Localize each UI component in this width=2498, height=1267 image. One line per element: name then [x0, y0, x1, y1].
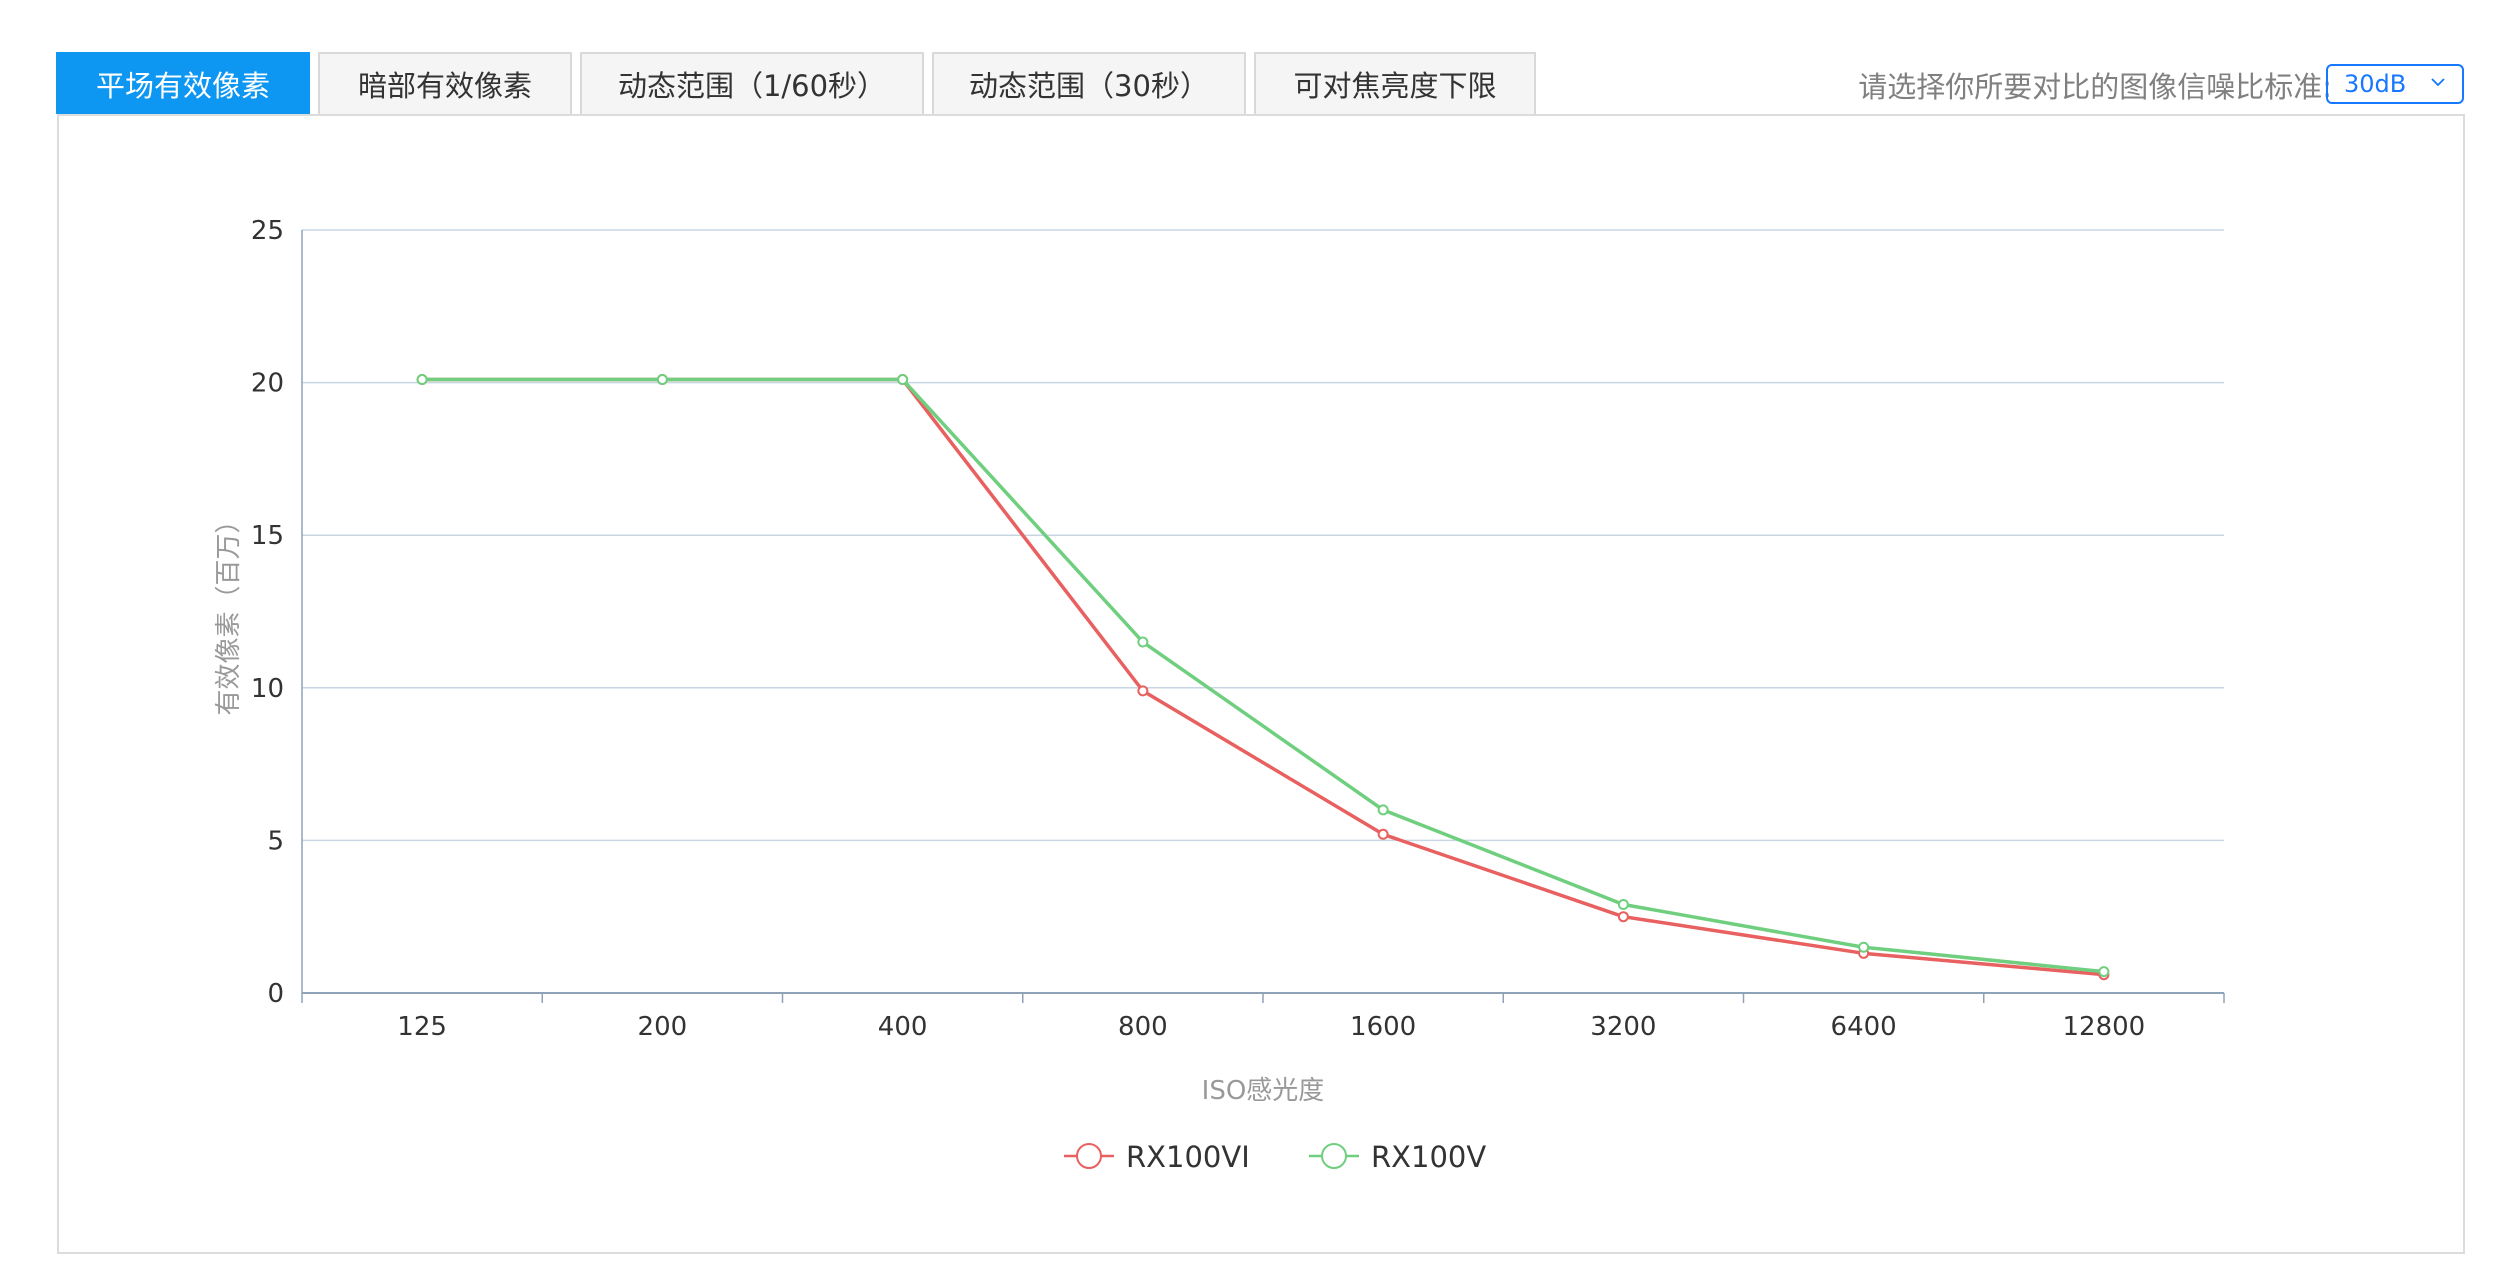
- y-tick-label: 20: [251, 369, 284, 399]
- data-point-rx100v: [897, 374, 909, 386]
- data-point-rx100v: [416, 374, 428, 386]
- legend-label-rx100vi: RX100VI: [1126, 1140, 1250, 1174]
- legend-label-rx100v: RX100V: [1371, 1140, 1486, 1174]
- data-point-rx100v: [1858, 941, 1870, 953]
- y-axis-title: 有效像素（百万）: [214, 507, 244, 715]
- tab-dynamic-range-1-60[interactable]: 动态范围（1/60秒）: [580, 52, 924, 114]
- effective-pixels-chart: 0 5 10 15 20 25 125 200 400 800 1600 3200 6400 12800 I…: [214, 216, 2225, 1174]
- data-point-rx100v: [1377, 804, 1389, 816]
- snr-standard-select[interactable]: 30dB: [2326, 64, 2464, 104]
- legend-marker-rx100vi: [1076, 1143, 1102, 1169]
- data-point-rx100vi: [1137, 685, 1149, 697]
- y-tick-label: 25: [251, 216, 284, 246]
- x-tick-label: 12800: [2063, 1012, 2146, 1042]
- x-axis-title: ISO感光度: [1202, 1076, 1325, 1106]
- x-tick-label: 200: [638, 1012, 688, 1042]
- y-tick-label: 5: [267, 826, 284, 856]
- series-line-rx100vi: [422, 377, 2105, 977]
- data-point-rx100v: [656, 374, 668, 386]
- y-tick-label: 0: [267, 979, 284, 1009]
- tab-dynamic-range-30s[interactable]: 动态范围（30秒）: [932, 52, 1246, 114]
- data-point-rx100vi: [1617, 911, 1629, 923]
- x-tick-label: 125: [397, 1012, 447, 1042]
- snr-standard-value: 30dB: [2344, 70, 2407, 98]
- tab-dark-effective-pixels[interactable]: 暗部有效像素: [318, 52, 572, 114]
- data-point-rx100vi: [1377, 828, 1389, 840]
- y-tick-label: 15: [251, 521, 284, 551]
- series-line-rx100v: [422, 377, 2105, 974]
- x-tick-label: 1600: [1350, 1012, 1416, 1042]
- x-tick-label: 6400: [1831, 1012, 1897, 1042]
- tab-min-focus-brightness[interactable]: 可对焦亮度下限: [1254, 52, 1536, 114]
- chart-panel: 0 5 10 15 20 25 125 200 400 800 1600 3200 6400 12800 I…: [57, 114, 2465, 1254]
- data-point-rx100v: [2098, 966, 2110, 978]
- data-point-rx100v: [1617, 898, 1629, 910]
- x-tick-label: 400: [878, 1012, 928, 1042]
- legend-marker-rx100v: [1321, 1143, 1347, 1169]
- y-tick-label: 10: [251, 674, 284, 704]
- tab-bar: 平场有效像素 暗部有效像素 动态范围（1/60秒） 动态范围（30秒） 可对焦亮…: [56, 52, 1544, 116]
- x-tick-label: 3200: [1590, 1012, 1656, 1042]
- tab-flat-effective-pixels[interactable]: 平场有效像素: [56, 52, 310, 114]
- data-point-rx100v: [1137, 636, 1149, 648]
- chevron-down-icon: [2431, 78, 2445, 87]
- x-tick-label: 800: [1118, 1012, 1168, 1042]
- snr-standard-label: 请选择你所要对比的图像信噪比标准:: [1858, 70, 2332, 104]
